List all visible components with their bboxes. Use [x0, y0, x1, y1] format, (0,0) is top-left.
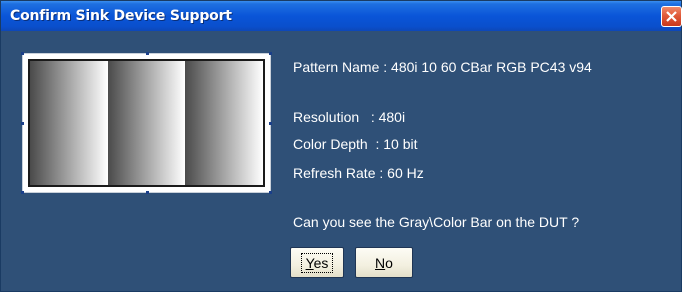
gray-bar-pattern [28, 59, 265, 187]
resolution-label: Resolution : 480i [293, 109, 406, 125]
title-bar[interactable]: Confirm Sink Device Support [1, 1, 682, 31]
resize-handle [269, 122, 272, 125]
refresh-rate-label: Refresh Rate : 60 Hz [293, 165, 424, 181]
no-button[interactable]: No [355, 247, 413, 278]
resize-handle [21, 191, 24, 194]
dialog-window: Confirm Sink Device Support Pattern Name… [0, 0, 682, 292]
resize-handle [269, 191, 272, 194]
pattern-name-label: Pattern Name : 480i 10 60 CBar RGB PC43 … [293, 59, 592, 75]
close-button[interactable] [661, 6, 682, 27]
color-depth-label: Color Depth : 10 bit [293, 136, 418, 152]
gray-bar [30, 61, 108, 185]
confirmation-question: Can you see the Gray\Color Bar on the DU… [293, 214, 580, 230]
yes-button[interactable]: Yes [290, 247, 344, 278]
resize-handle [146, 52, 149, 55]
pattern-preview [21, 52, 272, 194]
resize-handle [269, 52, 272, 55]
close-icon [666, 11, 677, 22]
no-button-label: No [375, 254, 393, 271]
window-title: Confirm Sink Device Support [10, 8, 232, 24]
resize-handle [146, 191, 149, 194]
resize-handle [21, 122, 24, 125]
resize-handle [21, 52, 24, 55]
dialog-content: Pattern Name : 480i 10 60 CBar RGB PC43 … [1, 31, 681, 291]
gray-bar [107, 61, 186, 185]
yes-button-label: Yes [300, 252, 334, 273]
gray-bar [185, 61, 263, 185]
